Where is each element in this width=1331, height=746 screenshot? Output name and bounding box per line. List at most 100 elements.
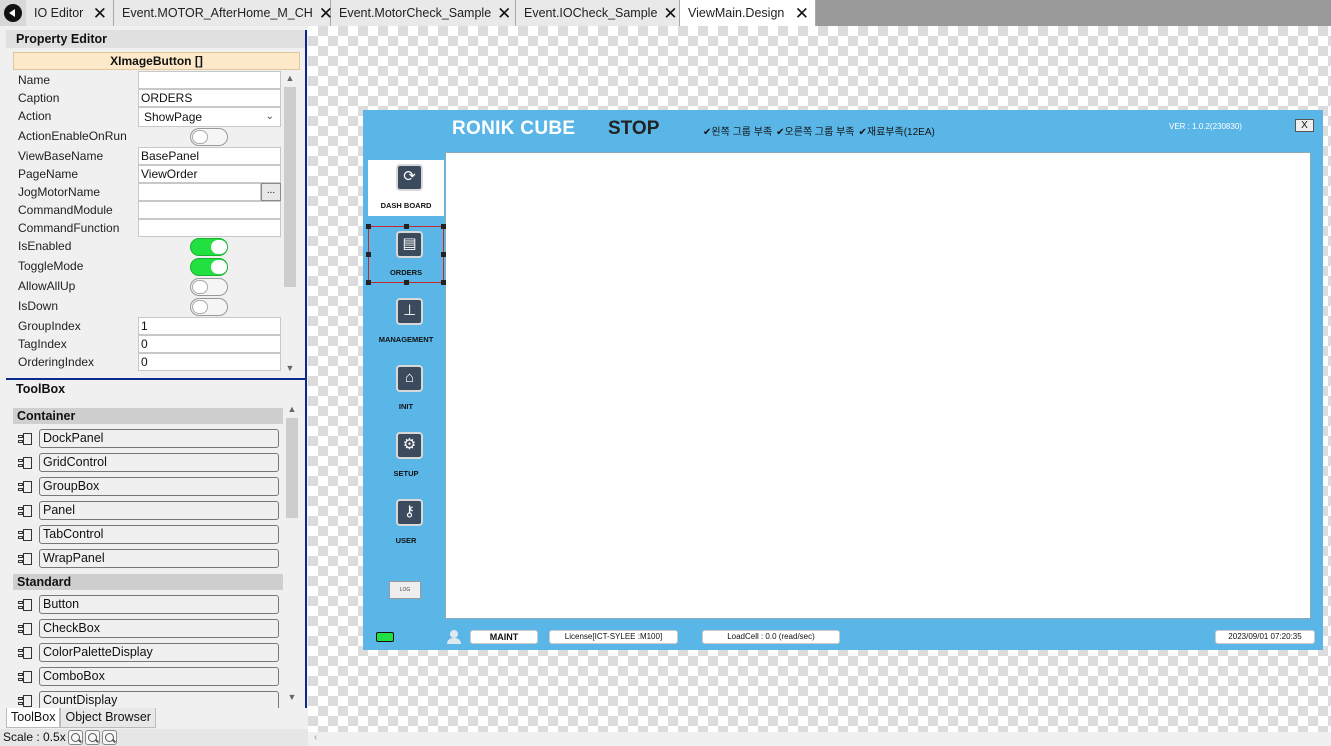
- toolbox-item[interactable]: TabControl: [13, 524, 283, 548]
- command-function-field[interactable]: [138, 219, 281, 237]
- nav-label: SETUP: [393, 469, 419, 478]
- tab-io-editor[interactable]: IO Editor ✕: [26, 0, 114, 26]
- management-icon: ⊥: [396, 298, 423, 325]
- is-down-toggle[interactable]: [190, 298, 228, 316]
- is-enabled-toggle[interactable]: [190, 238, 228, 256]
- view-base-name-field[interactable]: BasePanel: [138, 147, 281, 165]
- toggle-mode-toggle[interactable]: [190, 258, 228, 276]
- scroll-down-icon[interactable]: ▼: [282, 361, 298, 375]
- tab-object-browser[interactable]: Object Browser: [60, 708, 156, 728]
- browse-button[interactable]: ...: [261, 183, 281, 201]
- prop-label: GroupIndex: [18, 319, 81, 333]
- machine-state: STOP: [608, 118, 660, 139]
- toolbox-item[interactable]: WrapPanel: [13, 548, 283, 572]
- warning-item: ✔재료부족(12EA): [858, 127, 935, 138]
- home-icon: ⌂: [396, 365, 423, 392]
- close-icon[interactable]: ✕: [663, 5, 677, 22]
- toolbox-item-button[interactable]: WrapPanel: [39, 549, 279, 568]
- prop-label: JogMotorName: [18, 185, 101, 199]
- jog-motor-name-field[interactable]: [138, 183, 261, 201]
- allow-all-up-toggle[interactable]: [190, 278, 228, 296]
- zoom-in-icon[interactable]: [67, 730, 83, 745]
- group-index-field[interactable]: 1: [138, 317, 281, 335]
- tab-event-iocheck[interactable]: Event.IOCheck_Sample ✕: [516, 0, 680, 26]
- tab-toolbox[interactable]: ToolBox: [6, 708, 61, 728]
- prop-label: OrderingIndex: [18, 355, 95, 369]
- scroll-up-icon[interactable]: ▲: [282, 71, 298, 85]
- tab-viewmain-design[interactable]: ViewMain.Design ✕: [680, 0, 816, 26]
- zoom-reset-icon[interactable]: [101, 730, 117, 745]
- toolbox-item[interactable]: Button: [13, 594, 283, 618]
- resize-handle[interactable]: [441, 224, 446, 229]
- app-close-button[interactable]: X: [1295, 119, 1314, 132]
- toolbox-item[interactable]: CountDisplay: [13, 690, 283, 708]
- action-enable-on-run-toggle[interactable]: [190, 128, 228, 146]
- designed-app-window[interactable]: RONIK CUBE STOP ✔왼쪽 그룹 부족 ✔오른쪽 그룹 부족 ✔재료…: [363, 110, 1323, 650]
- prop-label: CommandModule: [18, 203, 113, 217]
- nav-dashboard-button[interactable]: ⟳ DASH BOARD: [368, 160, 444, 216]
- nav-management-button[interactable]: ⊥ MANAGEMENT: [368, 294, 444, 350]
- toolbox-item-button[interactable]: DockPanel: [39, 429, 279, 448]
- resize-handle[interactable]: [366, 280, 371, 285]
- ordering-index-field[interactable]: 0: [138, 353, 281, 371]
- close-icon[interactable]: ✕: [795, 5, 809, 22]
- prop-caption: Caption ORDERS: [13, 89, 281, 107]
- toolbox-item-button[interactable]: GridControl: [39, 453, 279, 472]
- scrollbar-thumb[interactable]: [284, 87, 296, 287]
- zoom-out-icon[interactable]: [84, 730, 100, 745]
- name-field[interactable]: [138, 71, 281, 89]
- toolbox-group-container[interactable]: Container: [13, 408, 283, 424]
- nav-init-button[interactable]: ⌂ INIT: [368, 361, 444, 417]
- nav-setup-button[interactable]: ⚙ SETUP: [368, 428, 444, 484]
- toolbox-item[interactable]: CheckBox: [13, 618, 283, 642]
- toolbox-item-button[interactable]: Panel: [39, 501, 279, 520]
- property-scrollbar[interactable]: ▲ ▼: [282, 71, 298, 375]
- toolbox-item[interactable]: ComboBox: [13, 666, 283, 690]
- toolbox-item-button[interactable]: CheckBox: [39, 619, 279, 638]
- resize-handle[interactable]: [404, 280, 409, 285]
- close-icon[interactable]: ✕: [93, 5, 107, 22]
- toolbox-item[interactable]: ColorPaletteDisplay: [13, 642, 283, 666]
- resize-handle[interactable]: [441, 252, 446, 257]
- back-button[interactable]: [0, 0, 26, 26]
- selection-box[interactable]: [366, 224, 446, 285]
- nav-user-button[interactable]: ⚷ USER: [368, 495, 444, 551]
- action-dropdown[interactable]: ShowPage ⌄: [138, 107, 281, 127]
- close-icon[interactable]: ✕: [497, 5, 511, 22]
- tab-event-motorcheck[interactable]: Event.MotorCheck_Sample ✕: [331, 0, 516, 26]
- prop-label: AllowAllUp: [18, 279, 76, 293]
- page-name-field[interactable]: ViewOrder: [138, 165, 281, 183]
- resize-handle[interactable]: [366, 252, 371, 257]
- resize-handle[interactable]: [366, 224, 371, 229]
- toolbox-item-button[interactable]: Button: [39, 595, 279, 614]
- scroll-left-icon[interactable]: ‹: [314, 732, 317, 743]
- toolbox-item[interactable]: Panel: [13, 500, 283, 524]
- toolbox-item-button[interactable]: GroupBox: [39, 477, 279, 496]
- toolbox-item[interactable]: DockPanel: [13, 428, 283, 452]
- scrollbar-thumb[interactable]: [286, 418, 298, 518]
- prop-action-enable-on-run: ActionEnableOnRun: [13, 127, 281, 147]
- tag-index-field[interactable]: 0: [138, 335, 281, 353]
- toolbox-item-button[interactable]: CountDisplay: [39, 691, 279, 708]
- main-content-panel[interactable]: [445, 152, 1311, 619]
- toolbox-item[interactable]: GroupBox: [13, 476, 283, 500]
- log-button[interactable]: LOG: [389, 581, 421, 599]
- caption-field[interactable]: ORDERS: [138, 89, 281, 107]
- scroll-up-icon[interactable]: ▲: [284, 402, 300, 416]
- resize-handle[interactable]: [404, 224, 409, 229]
- tab-event-motor-afterhome[interactable]: Event.MOTOR_AfterHome_M_CH ✕: [114, 0, 333, 26]
- toolbox-scrollbar[interactable]: ▲ ▼: [284, 402, 300, 704]
- scroll-down-icon[interactable]: ▼: [284, 690, 300, 704]
- toolbox-item-button[interactable]: TabControl: [39, 525, 279, 544]
- toolbox-group-standard[interactable]: Standard: [13, 574, 283, 590]
- resize-handle[interactable]: [441, 280, 446, 285]
- toolbox-item-button[interactable]: ComboBox: [39, 667, 279, 686]
- toolbox-item-button[interactable]: ColorPaletteDisplay: [39, 643, 279, 662]
- check-icon: ✔: [776, 127, 785, 138]
- command-module-field[interactable]: [138, 201, 281, 219]
- toolbox-item[interactable]: GridControl: [13, 452, 283, 476]
- prop-label: CommandFunction: [18, 221, 120, 235]
- check-icon: ✔: [858, 127, 867, 138]
- tab-label: ViewMain.Design: [688, 6, 785, 20]
- canvas-horizontal-scrollbar[interactable]: ‹: [308, 732, 1331, 746]
